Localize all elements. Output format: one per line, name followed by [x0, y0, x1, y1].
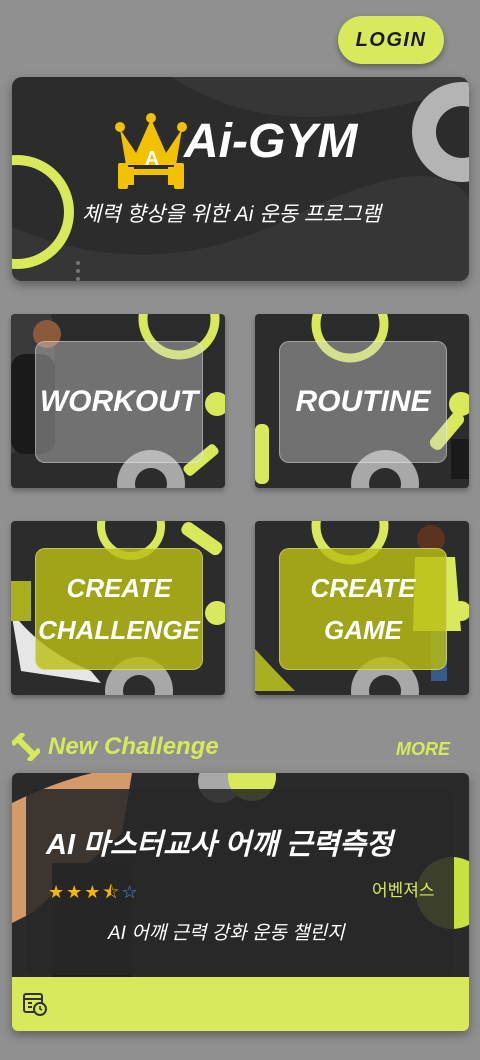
- challenge-title: AI 마스터교사 어깨 근력측정: [46, 829, 393, 861]
- app-title: Ai-GYM: [184, 115, 358, 168]
- dumbbell-icon: [12, 733, 40, 761]
- workout-card[interactable]: WORKOUT: [11, 314, 225, 488]
- more-link[interactable]: MORE: [396, 738, 450, 760]
- challenge-card-footer: [12, 977, 469, 1031]
- crown-letter: A: [144, 148, 160, 170]
- workout-button[interactable]: WORKOUT: [35, 341, 203, 463]
- create-game-card[interactable]: CREATE GAME: [255, 521, 469, 695]
- login-button[interactable]: LOGIN: [338, 16, 444, 64]
- create-game-label-line1: CREATE: [310, 573, 416, 603]
- hero-banner: A: [12, 77, 469, 281]
- challenge-author: 어벤져스: [372, 881, 435, 900]
- create-challenge-card[interactable]: CREATE CHALLENGE: [11, 521, 225, 695]
- routine-card[interactable]: ROUTINE: [255, 314, 469, 488]
- rating-stars: ★★★⯪☆: [48, 882, 140, 902]
- routine-button[interactable]: ROUTINE: [279, 341, 447, 463]
- app-subtitle: 체력 향상을 위한 Ai 운동 프로그램: [82, 203, 382, 226]
- create-game-button[interactable]: CREATE GAME: [279, 548, 447, 670]
- create-game-label-line2: GAME: [324, 615, 402, 645]
- challenge-card-overlay: AI 마스터교사 어깨 근력측정 ★★★⯪☆ 어벤져스 AI 어깨 근력 강화 …: [26, 789, 454, 975]
- challenge-card[interactable]: AI 마스터교사 어깨 근력측정 ★★★⯪☆ 어벤져스 AI 어깨 근력 강화 …: [12, 773, 469, 1031]
- section-title: New Challenge: [48, 733, 219, 760]
- create-challenge-label-line2: CHALLENGE: [38, 615, 200, 645]
- schedule-icon: [23, 993, 47, 1016]
- create-challenge-button[interactable]: CREATE CHALLENGE: [35, 548, 203, 670]
- create-challenge-label-line1: CREATE: [66, 573, 172, 603]
- hero-background: [12, 77, 469, 281]
- challenge-description: AI 어깨 근력 강화 운동 챌린지: [108, 923, 345, 944]
